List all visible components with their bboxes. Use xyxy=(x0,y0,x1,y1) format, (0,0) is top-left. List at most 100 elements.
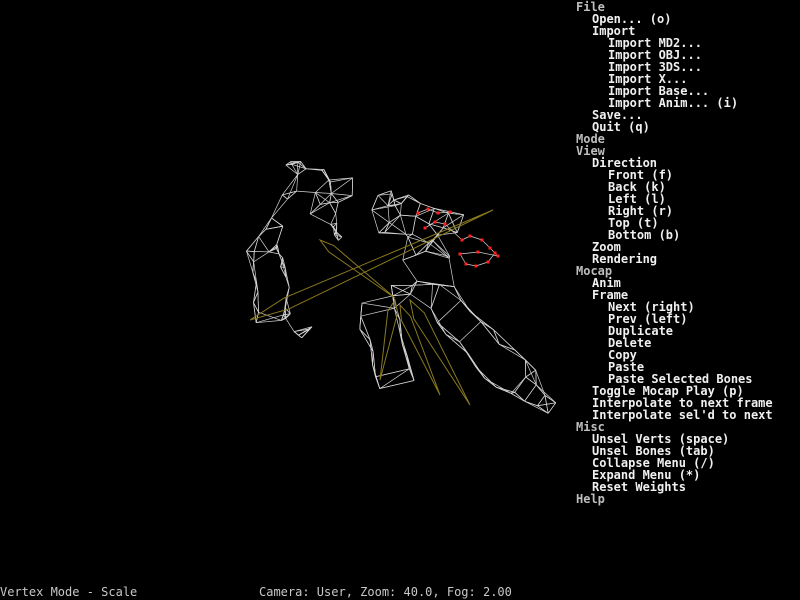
mesh-edge xyxy=(475,366,497,388)
mode-status: Vertex Mode - Scale xyxy=(0,585,138,599)
mesh-edge xyxy=(410,293,432,309)
mesh-edge xyxy=(315,179,330,193)
mesh-edge xyxy=(394,205,401,216)
mesh-edge xyxy=(475,261,489,267)
mesh-edge xyxy=(309,192,316,215)
selected-vertex[interactable] xyxy=(488,246,492,250)
mesh-edge xyxy=(525,359,536,371)
mesh-edge xyxy=(524,400,549,414)
mesh-edge xyxy=(437,234,451,257)
selected-vertex[interactable] xyxy=(476,250,480,254)
mesh-edge xyxy=(407,236,417,256)
mesh-edge xyxy=(405,234,409,238)
mesh-edge xyxy=(407,236,429,244)
mesh-edge xyxy=(400,215,407,235)
selected-vertex[interactable] xyxy=(436,211,440,215)
mesh-edge xyxy=(328,177,353,181)
selected-vertex[interactable] xyxy=(474,264,478,268)
mesh-edge xyxy=(537,395,546,406)
mesh-edge xyxy=(467,353,485,379)
mesh-edge xyxy=(335,213,338,224)
mesh-edge xyxy=(393,199,402,204)
mesh-edge xyxy=(394,293,411,309)
selected-vertex[interactable] xyxy=(458,252,462,256)
mesh-edge xyxy=(329,195,353,204)
mesh-edge xyxy=(271,194,283,219)
mesh-edge xyxy=(276,226,284,245)
mesh-edge xyxy=(258,229,267,237)
mesh-edge xyxy=(496,386,515,393)
mesh-edge xyxy=(246,251,254,273)
selected-vertex[interactable] xyxy=(426,207,430,211)
wireframe-mesh xyxy=(246,161,557,414)
mesh-edge xyxy=(493,329,500,345)
mesh-edge xyxy=(296,190,316,193)
mesh-edge xyxy=(470,311,494,331)
mesh-edge xyxy=(412,216,417,235)
selected-vertex[interactable] xyxy=(448,210,452,214)
mesh-edge xyxy=(399,332,408,357)
selected-vertex[interactable] xyxy=(486,260,490,264)
mesh-edge xyxy=(257,291,259,313)
mesh-edge xyxy=(442,213,449,228)
mesh-edge xyxy=(331,177,353,194)
mesh-edge xyxy=(321,170,331,183)
mesh-edge xyxy=(361,295,394,304)
mesh-edge xyxy=(372,364,381,389)
mesh-edge xyxy=(432,283,455,287)
selected-vertex[interactable] xyxy=(443,222,447,226)
mesh-edge xyxy=(402,236,409,261)
menu-item-help[interactable]: Help xyxy=(576,493,605,505)
mesh-edge xyxy=(415,215,430,225)
mesh-edge xyxy=(484,377,512,394)
mesh-edge xyxy=(285,318,295,332)
mesh-edge xyxy=(425,250,450,257)
mesh-edge xyxy=(415,250,426,256)
mesh-edge xyxy=(428,242,450,259)
mesh-edge xyxy=(459,321,482,342)
mesh-edge xyxy=(258,217,272,237)
mesh-edge xyxy=(310,213,331,225)
mesh-edge xyxy=(379,368,410,389)
mesh-edge xyxy=(437,300,462,323)
selected-vertex[interactable] xyxy=(496,254,500,258)
mesh-edge xyxy=(271,217,284,227)
mesh-edge xyxy=(371,209,380,233)
mesh-edge xyxy=(459,341,476,367)
mesh-edge xyxy=(271,198,288,219)
bone xyxy=(409,298,471,406)
mesh-edge xyxy=(315,192,332,194)
mesh-edge xyxy=(360,316,371,340)
mesh-edge xyxy=(282,194,288,200)
mesh-edge xyxy=(445,334,469,354)
mesh-edge xyxy=(459,251,479,255)
mesh-edge xyxy=(246,250,254,263)
bone xyxy=(318,238,396,299)
selected-vertex[interactable] xyxy=(423,226,427,230)
skeleton-bones xyxy=(249,209,494,406)
mesh-edge xyxy=(410,281,418,295)
selected-vertex[interactable] xyxy=(464,262,468,266)
menu-item-reset-weights[interactable]: Reset Weights xyxy=(592,481,686,493)
mesh-edge xyxy=(387,205,390,223)
mesh-edge xyxy=(390,190,393,195)
mesh-edge xyxy=(265,217,272,230)
mesh-edge xyxy=(268,251,280,255)
mesh-edge xyxy=(402,344,415,381)
mesh-edge xyxy=(253,251,270,263)
mesh-edge xyxy=(437,322,460,342)
selected-vertex[interactable] xyxy=(493,251,497,255)
selected-vertex[interactable] xyxy=(480,238,484,242)
selected-vertex[interactable] xyxy=(468,234,472,238)
mesh-edge xyxy=(384,214,401,233)
selected-vertex[interactable] xyxy=(460,238,464,242)
menu-item-interpolate-sel-d-to-next[interactable]: Interpolate sel'd to next xyxy=(592,409,773,421)
mesh-edge xyxy=(331,193,353,196)
mesh-edge xyxy=(510,376,526,394)
selected-vertex[interactable] xyxy=(416,211,420,215)
mesh-edge xyxy=(378,222,390,234)
mesh-edge xyxy=(330,213,337,225)
selected-vertex[interactable] xyxy=(433,220,437,224)
mesh-edge xyxy=(285,164,298,175)
mesh-edge xyxy=(547,402,557,414)
